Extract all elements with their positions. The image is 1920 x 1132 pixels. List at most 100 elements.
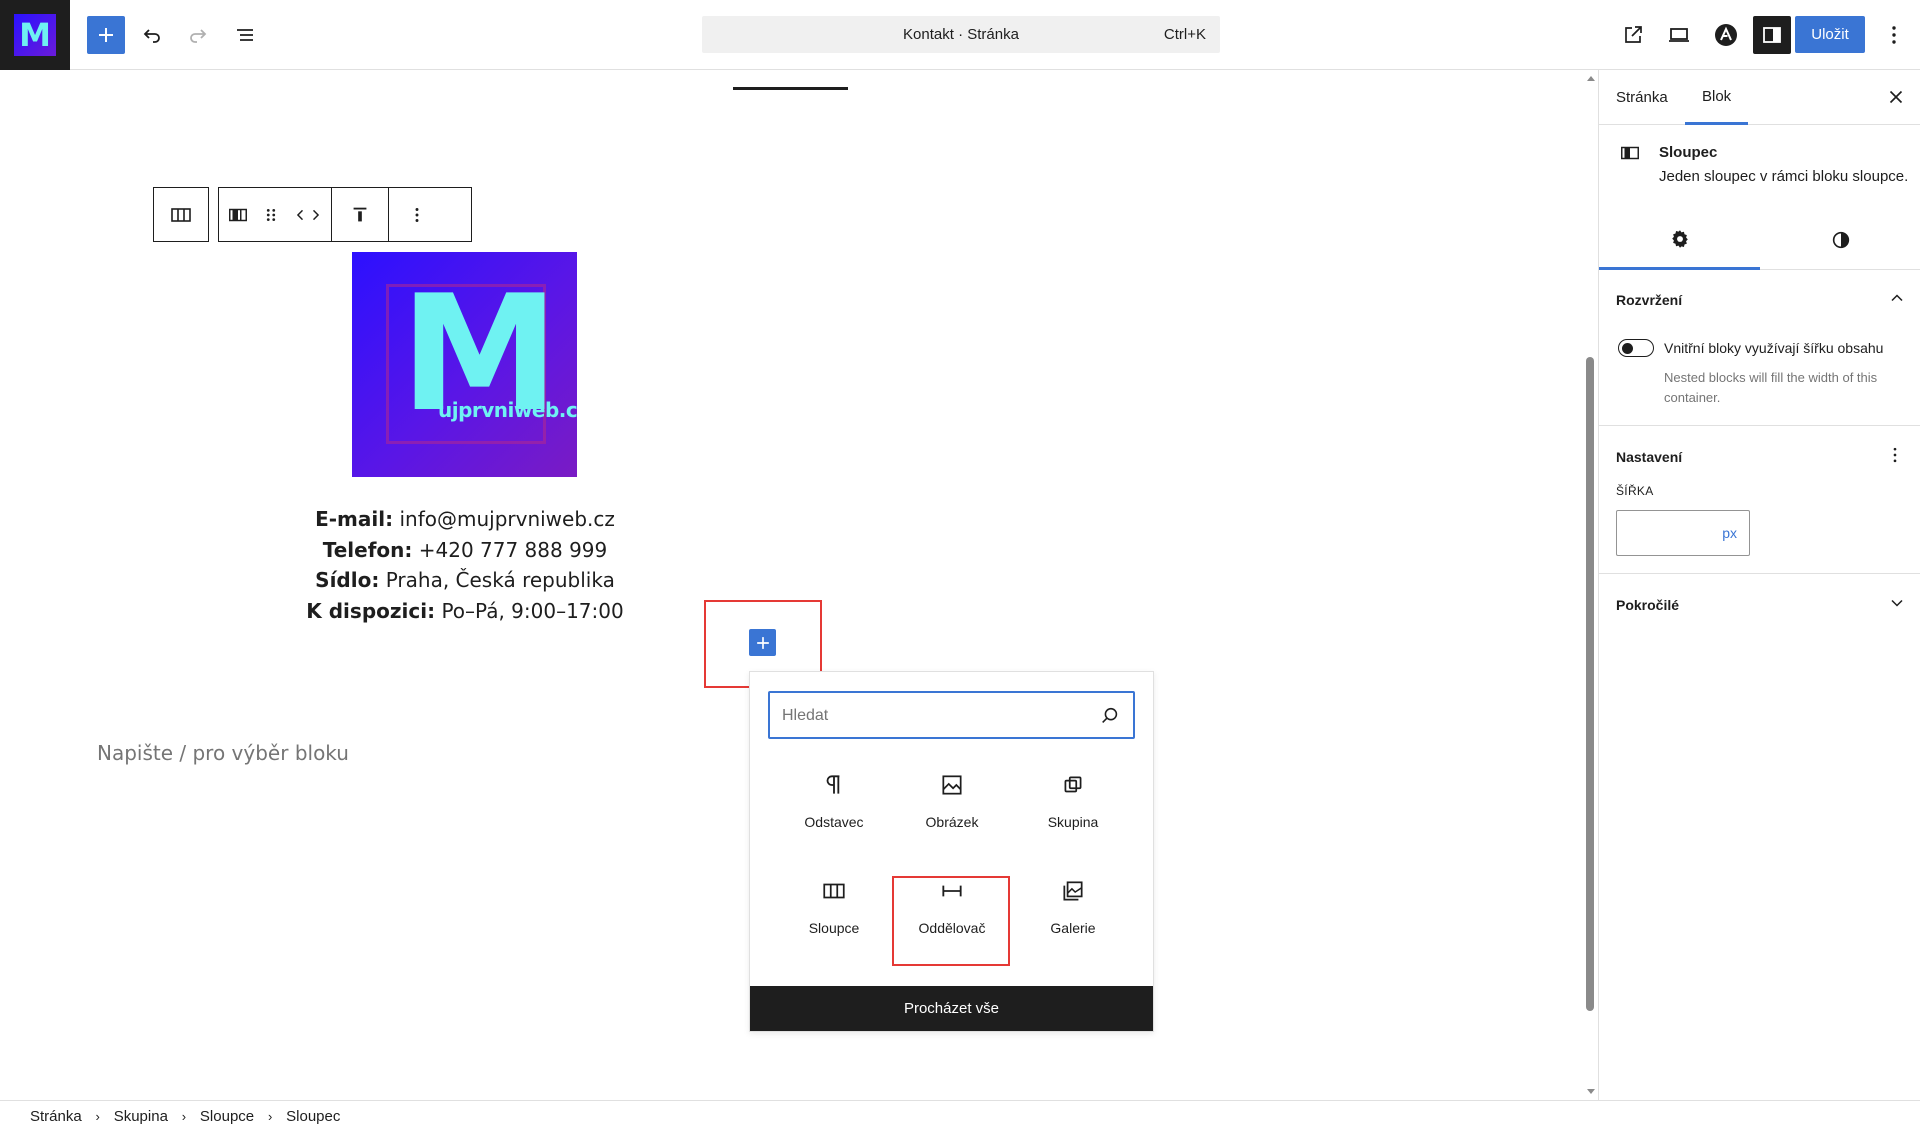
- move-left-right-icon[interactable]: [293, 204, 323, 226]
- scroll-up-arrow[interactable]: [1584, 72, 1598, 84]
- canvas-scroll-thumb[interactable]: [1586, 357, 1594, 1011]
- external-link-icon: [1625, 26, 1642, 43]
- chevron-up-icon[interactable]: [1887, 288, 1907, 308]
- site-logo-icon: M: [14, 14, 56, 56]
- tab-settings[interactable]: [1599, 210, 1760, 270]
- undo-button[interactable]: [133, 16, 171, 54]
- contact-line-address: Sídlo: Praha, Česká republika: [315, 568, 615, 592]
- group-icon: [1064, 776, 1082, 793]
- breadcrumb-page[interactable]: Stránka: [30, 1108, 82, 1125]
- contrast-icon: [1832, 231, 1849, 249]
- settings-sidebar: Stránka Blok Sloupec Jeden sloupec v rám…: [1598, 70, 1920, 1100]
- chevron-right-icon: ›: [267, 1109, 273, 1124]
- column-block-icon: [1621, 146, 1639, 160]
- caret-down-icon: [1587, 1089, 1595, 1094]
- contact-line-phone: Telefon: +420 777 888 999: [322, 537, 608, 562]
- astra-settings-button[interactable]: [1707, 16, 1745, 54]
- panel-layout-title[interactable]: Rozvržení: [1616, 292, 1682, 308]
- drag-handle-icon[interactable]: [263, 204, 279, 226]
- block-card-title: Sloupec: [1659, 144, 1718, 161]
- block-card-description: Jeden sloupec v rámci bloku sloupce.: [1659, 168, 1909, 185]
- block-item-paragraph[interactable]: Odstavec: [779, 760, 889, 850]
- separator-highlight-box: [892, 876, 1010, 966]
- tab-block[interactable]: Blok: [1685, 70, 1749, 125]
- width-input[interactable]: px: [1616, 510, 1750, 556]
- sidebar-tabs: Stránka Blok: [1599, 70, 1920, 125]
- gear-icon: [1671, 229, 1688, 248]
- contact-info-paragraph[interactable]: E-mail: info@mujprvniweb.cz Telefon: +42…: [260, 504, 670, 626]
- block-item-group[interactable]: Skupina: [1018, 760, 1128, 850]
- block-toolbar: [218, 187, 472, 242]
- width-unit-select[interactable]: px: [1722, 525, 1737, 541]
- caret-up-icon: [1587, 76, 1595, 81]
- tab-styles[interactable]: [1760, 210, 1920, 270]
- plus-icon: [99, 28, 113, 42]
- command-palette-button[interactable]: Kontakt · Stránka Ctrl+K: [702, 16, 1220, 53]
- redo-icon: [190, 29, 207, 43]
- chevron-right-icon: ›: [181, 1109, 187, 1124]
- redo-button[interactable]: [179, 16, 217, 54]
- tab-page[interactable]: Stránka: [1616, 70, 1668, 125]
- block-item-image[interactable]: Obrázek: [897, 760, 1007, 850]
- width-field-label: ŠÍŘKA: [1616, 484, 1654, 498]
- command-bar-shortcut: Ctrl+K: [1163, 26, 1206, 43]
- columns-icon: [823, 883, 845, 899]
- document-overview-button[interactable]: [226, 16, 264, 54]
- close-icon[interactable]: [1885, 86, 1907, 108]
- block-item-columns[interactable]: Sloupce: [779, 866, 889, 956]
- inner-blocks-content-width-toggle[interactable]: [1618, 339, 1654, 357]
- block-toolbar-move-group: [219, 188, 331, 241]
- panel-settings: Nastavení ŠÍŘKA px: [1599, 427, 1920, 574]
- paragraph-icon: [826, 775, 840, 794]
- editor-header: M Kontakt · Stránka Ctrl+K Uložit: [0, 0, 1920, 70]
- desktop-preview-icon: [1669, 28, 1689, 42]
- breadcrumb-columns[interactable]: Sloupce: [200, 1108, 254, 1125]
- empty-paragraph-placeholder[interactable]: Napište / pro výběr bloku: [97, 741, 349, 765]
- add-block-button[interactable]: [749, 629, 776, 656]
- breadcrumb-group[interactable]: Skupina: [114, 1108, 168, 1125]
- view-page-button[interactable]: [1614, 16, 1652, 54]
- contact-line-hours: K dispozici: Po–Pá, 9:00–17:00: [306, 598, 624, 623]
- more-vertical-icon[interactable]: [1885, 445, 1905, 465]
- panel-settings-title: Nastavení: [1616, 449, 1683, 465]
- block-inserter-toggle-button[interactable]: [87, 16, 125, 54]
- block-breadcrumb: Stránka › Skupina › Sloupce › Sloupec: [0, 1100, 1920, 1132]
- list-view-icon: [237, 29, 253, 41]
- astra-icon: [1715, 24, 1737, 46]
- quick-inserter-popover: Odstavec Obrázek Skupina Sloupce Oddělov…: [749, 671, 1154, 1032]
- toggle-help-text: Nested blocks will fill the width of thi…: [1664, 370, 1878, 405]
- preview-device-button[interactable]: [1660, 16, 1698, 54]
- select-parent-columns-button[interactable]: [153, 187, 209, 242]
- chevron-down-icon[interactable]: [1887, 593, 1907, 613]
- vertical-alignment-button[interactable]: [331, 188, 388, 241]
- command-bar-title: Kontakt · Stránka: [903, 26, 1019, 43]
- columns-icon: [171, 207, 191, 222]
- align-top-icon: [353, 207, 367, 221]
- browse-all-button[interactable]: Procházet vše: [750, 986, 1153, 1031]
- block-settings-subtabs: [1599, 210, 1920, 270]
- image-icon: [942, 775, 962, 795]
- panel-layout: Rozvržení Vnitřní bloky využívají šířku …: [1599, 270, 1920, 426]
- options-menu-button[interactable]: [1874, 16, 1914, 54]
- gallery-icon: [1063, 881, 1083, 901]
- settings-sidebar-toggle-button[interactable]: [1753, 16, 1791, 54]
- scroll-down-arrow[interactable]: [1584, 1086, 1598, 1098]
- quick-inserter-search[interactable]: [768, 691, 1135, 739]
- panel-advanced-title[interactable]: Pokročilé: [1616, 597, 1679, 613]
- column-block-icon[interactable]: [227, 204, 249, 226]
- contact-line-email: E-mail: info@mujprvniweb.cz: [315, 507, 615, 531]
- block-options-button[interactable]: [388, 188, 444, 241]
- panel-advanced[interactable]: Pokročilé: [1599, 575, 1920, 635]
- logo-domain-text: ujprvniweb.cz: [438, 398, 577, 422]
- logo-image-block[interactable]: M ujprvniweb.cz: [352, 252, 577, 477]
- search-icon: [1102, 707, 1118, 723]
- chevron-right-icon: ›: [95, 1109, 100, 1124]
- site-logo-button[interactable]: M: [0, 0, 70, 70]
- search-input[interactable]: [782, 705, 1082, 727]
- undo-icon: [143, 29, 160, 43]
- save-button[interactable]: Uložit: [1795, 16, 1865, 53]
- toggle-label: Vnitřní bloky využívají šířku obsahu: [1664, 340, 1884, 356]
- block-item-gallery[interactable]: Galerie: [1018, 866, 1128, 956]
- plus-icon: [756, 636, 769, 649]
- separator-block[interactable]: [733, 87, 848, 90]
